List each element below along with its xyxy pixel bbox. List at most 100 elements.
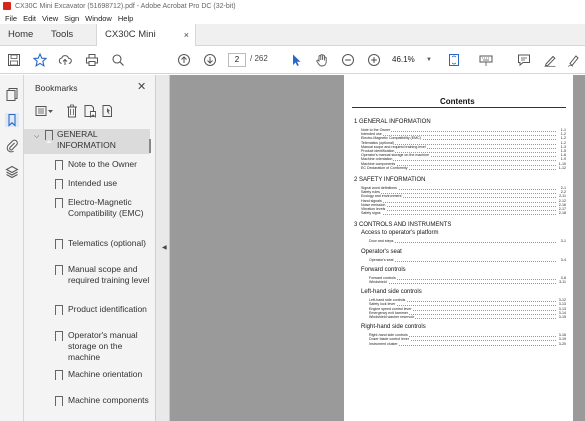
toc-section-heading: 1 GENERAL INFORMATION [354,119,431,125]
collapse-panel-icon[interactable]: ◀ [162,244,167,251]
keyboard-icon[interactable] [478,52,494,68]
previous-page-icon[interactable] [176,52,192,68]
close-tab-icon[interactable]: × [184,24,189,46]
toc-entry-page: 3-1 [560,239,566,244]
close-icon[interactable]: ✕ [137,80,146,93]
zoom-in-icon[interactable] [366,52,382,68]
bookmark-label: Machine components [68,395,149,405]
chevron-down-icon[interactable]: ⌵ [34,133,39,141]
bookmark-item-emc[interactable]: Electro-Magnetic Compatibility (EMC) [24,197,150,219]
menu-file[interactable]: File [5,14,17,23]
zoom-out-icon[interactable] [340,52,356,68]
sign-icon[interactable] [566,52,582,68]
bookmark-label: Operator's manual storage on the machine [68,330,138,362]
bookmark-icon [55,396,63,409]
zoom-level-value: 46.1% [392,55,415,64]
page-number-input[interactable]: 2 [228,53,246,67]
bookmark-item-general-information[interactable]: ⌵ GENERAL INFORMATION [24,129,150,154]
page-thumbnails-icon[interactable] [5,87,19,101]
bookmark-icon [55,305,63,318]
bookmark-icon [55,198,63,211]
acrobat-icon [3,2,11,10]
bookmark-from-selection-icon[interactable] [101,104,115,118]
bookmark-label: Note to the Owner [68,159,137,169]
menu-sign[interactable]: Sign [64,14,79,23]
bookmark-item-machine-components[interactable]: Machine components [24,395,150,409]
menu-bar: File Edit View Sign Window Help [0,12,585,24]
toc-entry-title: Windshield washer reservoir [369,315,416,319]
bookmark-label: Product identification [68,304,147,314]
toc-leader-dots [361,214,556,216]
search-icon[interactable] [110,52,126,68]
toc-entry-page: 3-11 [559,280,566,284]
cloud-upload-icon[interactable] [57,52,73,68]
toc-entry-title: Safety signs [361,211,382,216]
next-page-icon[interactable] [202,52,218,68]
toc-entry-page: 2-18 [558,211,566,216]
bookmark-label: Telematics (optional) [68,238,146,248]
bookmark-item-product-identification[interactable]: Product identification [24,304,150,318]
delete-bookmark-icon[interactable] [65,104,79,118]
menu-edit[interactable]: Edit [23,14,36,23]
toc-leader-dots [369,260,556,262]
toc-entry-page: 3-20 [558,341,566,346]
bookmarks-panel-title: Bookmarks [35,83,78,93]
bookmarks-scrollbar[interactable] [149,139,151,153]
bookmark-icon [55,239,63,252]
toc-subsection-heading: Forward controls [361,266,406,273]
tab-document[interactable]: CX30C Mini Excava... × [96,24,196,62]
toc-entry-page: 3-4 [560,257,566,262]
bookmark-label: Electro-Magnetic Compatibility (EMC) [68,197,144,218]
toc-entry: Windshield washer reservoir 3-15 [369,314,566,320]
menu-window[interactable]: Window [85,14,112,23]
bookmarks-panel-icon[interactable] [5,113,19,127]
toolbar: 2 / 262 46.1% ▼ [0,46,585,74]
chevron-down-icon: ▼ [426,57,432,63]
bookmarks-list: ⌵ GENERAL INFORMATION Note to the Owner … [24,128,154,421]
star-icon[interactable] [32,52,48,68]
bookmark-item-telematics[interactable]: Telematics (optional) [24,238,150,252]
comment-icon[interactable] [516,52,532,68]
new-bookmark-icon[interactable] [83,104,97,118]
highlight-pen-icon[interactable] [542,52,558,68]
bookmark-icon [55,265,63,278]
toc-entry-title: Operator's seat [369,257,395,262]
tab-tools[interactable]: Tools [51,24,73,46]
toc-subsection-heading: Access to operator's platform [361,230,439,237]
bookmark-item-machine-orientation[interactable]: Machine orientation [24,369,150,383]
toc-leader-dots [369,242,556,244]
zoom-level-select[interactable]: 46.1% ▼ [390,53,434,67]
tab-bar: Home Tools CX30C Mini Excava... × [0,24,585,62]
bookmark-item-note-to-owner[interactable]: Note to the Owner [24,159,150,173]
print-icon[interactable] [84,52,100,68]
select-cursor-icon[interactable] [288,52,304,68]
toc-entry-title: EC Declaration of Conformity [361,165,409,170]
canvas-background [170,75,344,421]
layers-icon[interactable] [5,165,19,179]
bookmark-item-manual-scope[interactable]: Manual scope and required training level [24,264,150,286]
menu-help[interactable]: Help [118,14,133,23]
pdf-page: Contents 1 GENERAL INFORMATION Note to th… [344,75,573,421]
bookmark-options-icon[interactable] [35,104,53,118]
title-rule [352,107,566,108]
bookmark-label: GENERAL INFORMATION [57,129,116,150]
toc-section-heading: 2 SAFETY INFORMATION [354,177,426,183]
toc-section-heading: 3 CONTROLS AND INSTRUMENTS [354,222,452,229]
bookmark-item-intended-use[interactable]: Intended use [24,178,150,192]
toc-entry: Safety signs 2-18 [361,210,566,216]
save-icon[interactable] [6,52,22,68]
hand-tool-icon[interactable] [314,52,330,68]
menu-view[interactable]: View [42,14,58,23]
fit-page-icon[interactable] [446,52,462,68]
toc-entry: Windshield 3-11 [369,279,566,285]
tab-home[interactable]: Home [8,24,33,46]
bookmark-icon [55,331,63,344]
left-tool-strip [0,75,24,421]
bookmark-icon [55,179,63,192]
toc-entry: Operator's seat 3-4 [369,257,566,263]
bookmark-icon [45,130,53,143]
bookmark-item-manual-storage[interactable]: Operator's manual storage on the machine [24,330,150,363]
attachment-icon[interactable] [5,139,19,153]
window-title: CX30C Mini Excavator (51698712).pdf - Ad… [15,2,236,10]
toc-entry-title: Instrument cluster [369,341,399,346]
